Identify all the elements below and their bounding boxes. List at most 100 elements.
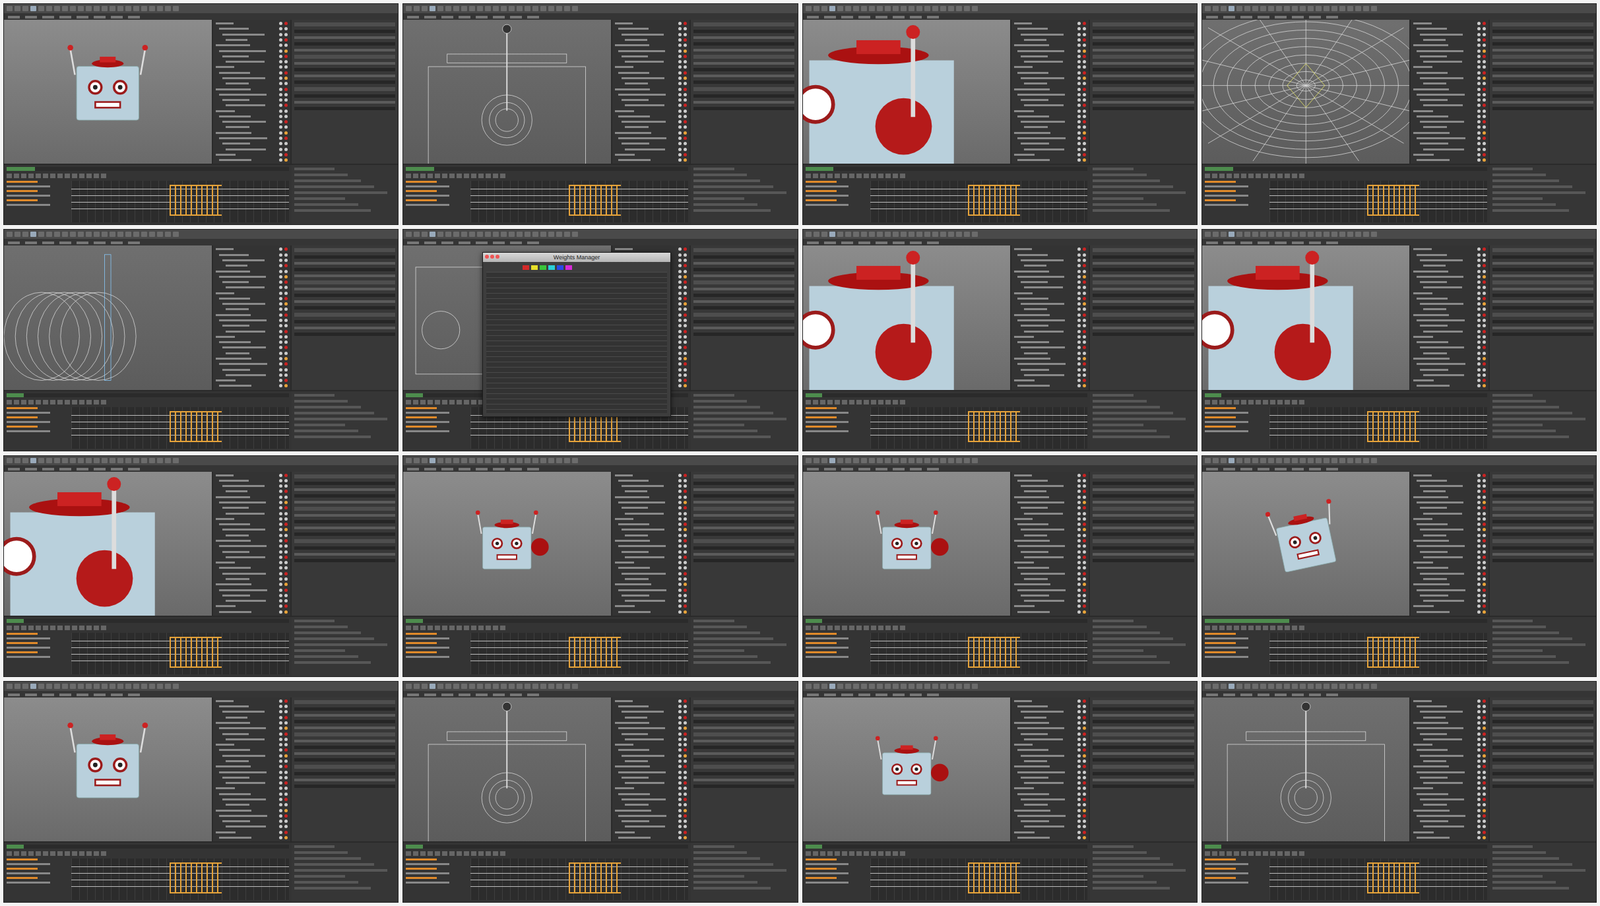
tool-icon[interactable] <box>948 231 955 237</box>
track-label[interactable] <box>805 194 850 197</box>
object-row[interactable] <box>1413 153 1486 157</box>
menu-item[interactable] <box>909 15 922 19</box>
object-row[interactable] <box>1413 54 1486 59</box>
tool-icon[interactable] <box>125 231 132 237</box>
tool-icon[interactable] <box>14 5 21 12</box>
object-row[interactable] <box>215 269 288 273</box>
object-row[interactable] <box>614 555 687 559</box>
playback-button[interactable] <box>427 625 433 631</box>
menu-item[interactable] <box>475 467 488 471</box>
tool-icon[interactable] <box>532 231 539 237</box>
object-row[interactable] <box>1014 345 1087 350</box>
playback-button[interactable] <box>827 173 833 179</box>
playback-button[interactable] <box>805 173 811 179</box>
menu-item[interactable] <box>1223 15 1236 19</box>
tool-icon[interactable] <box>133 457 140 464</box>
object-row[interactable] <box>614 114 687 119</box>
object-row[interactable] <box>1014 48 1087 53</box>
object-row[interactable] <box>614 109 687 113</box>
tool-icon[interactable] <box>141 231 148 237</box>
playback-button[interactable] <box>21 625 27 631</box>
menu-item[interactable] <box>458 241 471 245</box>
layer-field[interactable] <box>693 619 734 623</box>
track-label[interactable] <box>405 430 450 433</box>
track-label[interactable] <box>6 416 38 419</box>
layer-field[interactable] <box>294 179 361 183</box>
tool-icon[interactable] <box>940 231 947 237</box>
playback-button[interactable] <box>420 173 426 179</box>
object-row[interactable] <box>215 27 288 31</box>
layer-field[interactable] <box>1492 173 1546 177</box>
attribute-field[interactable] <box>294 274 396 278</box>
attribute-field[interactable] <box>693 332 795 336</box>
playback-button[interactable] <box>892 399 898 405</box>
tool-icon[interactable] <box>30 5 37 12</box>
menu-item[interactable] <box>1257 15 1270 19</box>
menu-item[interactable] <box>7 241 20 245</box>
key-area[interactable] <box>870 407 1088 449</box>
keyframe-range[interactable] <box>1367 411 1420 443</box>
attribute-field[interactable] <box>294 332 396 336</box>
menu-item[interactable] <box>93 15 106 19</box>
track-label[interactable] <box>6 190 38 192</box>
attribute-field[interactable] <box>1092 87 1194 92</box>
attribute-field[interactable] <box>1092 67 1194 72</box>
playback-button[interactable] <box>456 173 462 179</box>
attribute-field[interactable] <box>1092 22 1194 27</box>
playback-button[interactable] <box>1212 173 1218 179</box>
layer-field[interactable] <box>1492 429 1557 433</box>
tool-icon[interactable] <box>500 457 507 464</box>
object-row[interactable] <box>215 54 288 59</box>
viewport[interactable] <box>802 19 1013 164</box>
tool-icon[interactable] <box>1228 5 1235 12</box>
tool-icon[interactable] <box>971 5 978 12</box>
menu-item[interactable] <box>1326 241 1339 245</box>
object-row[interactable] <box>1014 247 1087 251</box>
track-label[interactable] <box>805 180 837 183</box>
tool-icon[interactable] <box>477 5 483 12</box>
menu-item[interactable] <box>42 241 55 245</box>
object-row[interactable] <box>614 544 687 548</box>
tool-icon[interactable] <box>1228 231 1235 237</box>
tool-icon[interactable] <box>109 231 116 237</box>
tool-icon[interactable] <box>77 231 84 237</box>
tool-icon[interactable] <box>101 231 108 237</box>
attribute-field[interactable] <box>294 506 396 511</box>
playback-button[interactable] <box>849 399 855 405</box>
playback-button[interactable] <box>64 625 70 631</box>
track-label[interactable] <box>805 190 837 192</box>
tool-icon[interactable] <box>900 231 907 237</box>
object-row[interactable] <box>215 560 288 565</box>
playback-button[interactable] <box>1226 399 1232 405</box>
track-label[interactable] <box>1204 203 1249 206</box>
menu-item[interactable] <box>909 241 922 245</box>
attribute-field[interactable] <box>294 539 396 544</box>
object-row[interactable] <box>614 27 687 31</box>
key-area[interactable] <box>71 632 289 675</box>
menu-item[interactable] <box>59 15 72 19</box>
tool-icon[interactable] <box>85 231 92 237</box>
menu-item[interactable] <box>128 15 140 19</box>
attribute-field[interactable] <box>294 326 396 330</box>
tool-icon[interactable] <box>46 457 53 464</box>
object-row[interactable] <box>1413 27 1486 31</box>
menu-item[interactable] <box>424 467 437 471</box>
playback-button[interactable] <box>1248 173 1254 179</box>
layer-field[interactable] <box>294 661 371 664</box>
object-row[interactable] <box>614 87 687 91</box>
object-row[interactable] <box>1014 362 1087 366</box>
object-row[interactable] <box>1014 329 1087 333</box>
playback-button[interactable] <box>1277 399 1283 405</box>
object-row[interactable] <box>1014 93 1087 97</box>
object-row[interactable] <box>215 307 288 311</box>
tool-icon[interactable] <box>22 457 29 464</box>
object-row[interactable] <box>614 98 687 102</box>
tool-icon[interactable] <box>6 5 13 12</box>
object-row[interactable] <box>215 549 288 553</box>
playback-button[interactable] <box>899 399 906 405</box>
tool-icon[interactable] <box>1268 5 1275 12</box>
attribute-field[interactable] <box>693 74 795 78</box>
tool-icon[interactable] <box>477 231 483 237</box>
playback-button[interactable] <box>1212 399 1218 405</box>
menu-item[interactable] <box>441 15 454 19</box>
